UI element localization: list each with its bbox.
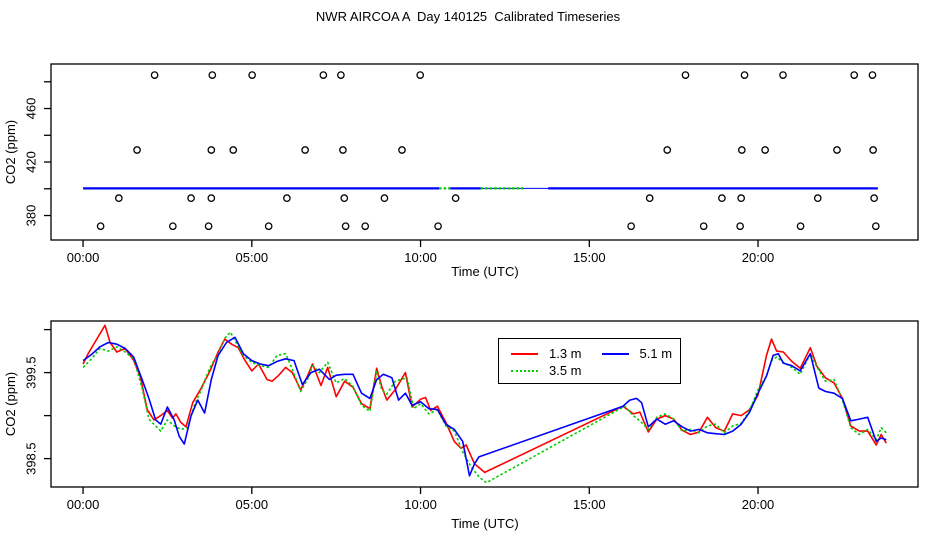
cal-gas-marker [416, 71, 425, 79]
cal-gas-marker [168, 222, 177, 231]
cal-gas-marker [871, 222, 880, 231]
cal-gas-marker [434, 222, 442, 231]
cal-gas-marker [681, 71, 690, 79]
cal-gas-marker [204, 222, 213, 231]
series-line-3-5-m [82, 331, 887, 484]
cal-gas-marker [779, 71, 787, 79]
cal-gas-marker [451, 194, 460, 202]
cal-gas-marker [150, 71, 159, 79]
legend-entry-3-5m: 3.5 m [511, 362, 582, 379]
cal-gas-marker [813, 194, 822, 202]
cal-gas-marker [645, 194, 654, 202]
cal-gas-marker [736, 222, 744, 231]
cal-gas-marker [868, 71, 877, 79]
series-line-1-3-m [82, 324, 887, 474]
panel-box [50, 63, 919, 241]
cal-gas-marker [114, 194, 123, 202]
x-tick-label: 10:00 [404, 497, 437, 512]
cal-gas-marker [341, 222, 350, 231]
x-tick-label: 10:00 [404, 250, 437, 265]
top-y-axis-label: CO2 (ppm) [3, 119, 18, 185]
cal-gas-marker [699, 222, 708, 231]
legend-column-1: 1.3 m 3.5 m [511, 345, 582, 379]
top-x-axis-label: Time (UTC) [451, 264, 519, 279]
cal-gas-marker [398, 146, 406, 154]
cal-gas-marker [833, 146, 841, 154]
cal-gas-marker [737, 194, 746, 202]
aircoa-timeseries-figure: NWR AIRCOA A Day 140125 Calibrated Times… [0, 0, 936, 540]
cal-gas-marker [796, 222, 805, 231]
cal-gas-marker [663, 146, 672, 154]
cal-gas-marker [869, 146, 877, 154]
cal-gas-marker [718, 194, 726, 202]
legend-label: 5.1 m [639, 346, 673, 361]
legend-label: 1.3 m [549, 346, 582, 361]
cal-gas-marker [850, 71, 859, 79]
y-tick-label: 460 [24, 98, 39, 120]
cal-gas-marker [229, 146, 238, 154]
legend-entry-1-3m: 1.3 m [511, 345, 582, 362]
legend-line-sample-blue [601, 352, 629, 355]
x-tick-label: 20:00 [742, 250, 775, 265]
cal-gas-marker [264, 222, 273, 231]
panel-box [50, 320, 919, 488]
y-tick-label: 420 [24, 151, 39, 173]
bottom-y-axis-label: CO2 (ppm) [3, 371, 18, 437]
cal-gas-marker [319, 71, 328, 79]
cal-gas-marker [737, 146, 746, 154]
cal-gas-marker [187, 194, 195, 202]
y-tick-label: 380 [24, 205, 39, 227]
legend: 1.3 m 3.5 m 5.1 m [498, 338, 681, 384]
x-tick-label: 05:00 [236, 250, 269, 265]
legend-entry-5-1m: 5.1 m [601, 345, 673, 362]
cal-gas-marker [361, 222, 370, 231]
cal-gas-marker [870, 194, 878, 202]
y-tick-label: 399.5 [24, 356, 39, 389]
x-tick-label: 15:00 [573, 497, 606, 512]
legend-line-sample-green [511, 369, 538, 372]
cal-gas-marker [339, 146, 347, 154]
cal-gas-marker [283, 194, 291, 202]
y-tick-label: 398.5 [24, 442, 39, 475]
legend-line-sample-red [511, 352, 538, 355]
x-tick-label: 05:00 [236, 497, 269, 512]
bottom-x-axis-label: Time (UTC) [451, 516, 519, 531]
cal-gas-marker [627, 222, 635, 231]
cal-gas-marker [208, 71, 217, 79]
cal-gas-marker [380, 194, 389, 202]
x-tick-label: 20:00 [742, 497, 775, 512]
cal-gas-marker [761, 146, 769, 154]
cal-gas-marker [301, 146, 309, 154]
cal-gas-marker [207, 146, 216, 154]
cal-gas-marker [207, 194, 216, 202]
legend-label: 3.5 m [549, 363, 582, 378]
legend-column-2: 5.1 m [601, 345, 673, 379]
cal-gas-marker [340, 194, 349, 202]
cal-gas-marker [248, 71, 256, 79]
x-tick-label: 15:00 [573, 250, 606, 265]
x-tick-label: 00:00 [67, 250, 100, 265]
cal-gas-marker [96, 222, 105, 231]
cal-gas-marker [337, 71, 345, 79]
cal-gas-marker [740, 71, 749, 79]
cal-gas-marker [133, 146, 141, 154]
x-tick-label: 00:00 [67, 497, 100, 512]
